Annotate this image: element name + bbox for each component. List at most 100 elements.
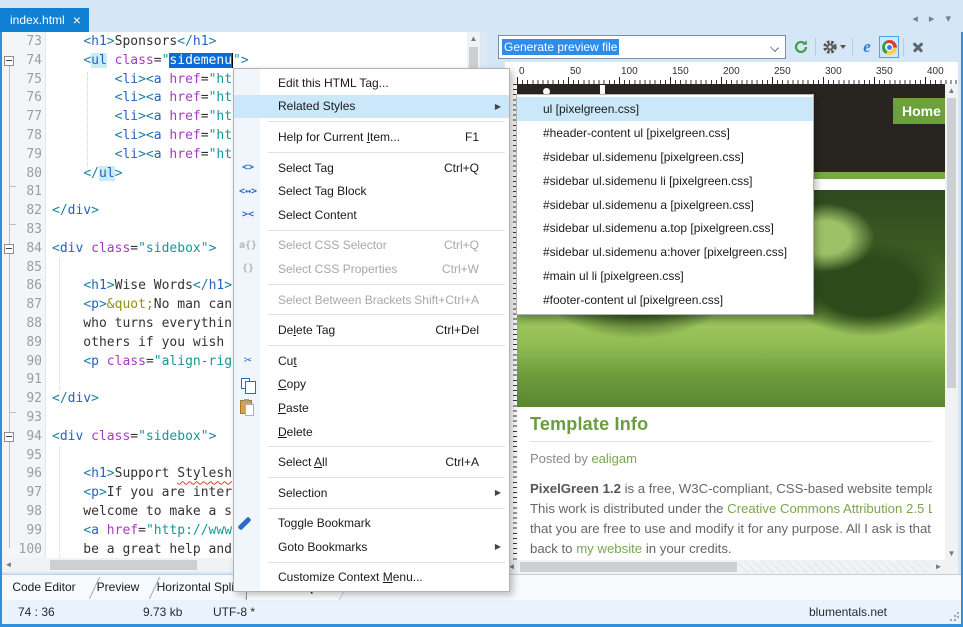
code-token: No man can — [154, 297, 232, 312]
code-token — [99, 523, 107, 538]
menu-item-paste[interactable]: Paste — [234, 396, 509, 420]
menu-shortcut: Ctrl+W — [442, 262, 479, 276]
line-number: 97 — [2, 484, 42, 503]
page-link[interactable]: my website — [576, 541, 642, 556]
code-token: h1 — [91, 34, 107, 49]
tab-code-editor[interactable]: Code Editor — [2, 575, 86, 600]
code-token: p — [91, 354, 99, 369]
menu-item-related-styles[interactable]: Related Styles▶ — [234, 95, 509, 119]
code-text: be a great help and — [52, 541, 232, 558]
menu-item-select-tag-block[interactable]: <↔>Select Tag Block — [234, 179, 509, 203]
menu-shortcut: Shift+Ctrl+A — [414, 293, 479, 307]
submenu-item-sidebar-ul-sidemenu-li-pixelgreen-css[interactable]: #sidebar ul.sidemenu li [pixelgreen.css] — [517, 169, 813, 193]
code-token: a — [91, 523, 99, 538]
scroll-down-icon[interactable]: ▼ — [945, 547, 958, 560]
menu-item-copy[interactable]: Copy — [234, 373, 509, 397]
resize-grip[interactable] — [949, 612, 959, 622]
preview-mode-combobox[interactable]: Generate preview file — [498, 35, 786, 59]
code-token: a — [154, 128, 162, 143]
menu-item-selection[interactable]: Selection▶ — [234, 481, 509, 505]
code-token: class — [107, 354, 146, 369]
code-token: class — [91, 241, 130, 256]
scroll-up-icon[interactable]: ▲ — [467, 32, 480, 45]
code-text: <h1>Support Stylesh — [52, 465, 232, 484]
scroll-right-icon[interactable]: ► — [932, 560, 945, 574]
tab-close-icon[interactable]: × — [73, 14, 81, 26]
code-token: others if you wish — [52, 335, 224, 350]
scroll-left-icon[interactable]: ◄ — [2, 558, 15, 572]
close-preview-button[interactable] — [908, 36, 928, 58]
submenu-item-header-content-ul-pixelgreen-css[interactable]: #header-content ul [pixelgreen.css] — [517, 121, 813, 145]
menu-item-select-tag[interactable]: <>Select TagCtrl+Q — [234, 156, 509, 180]
submenu-item-sidebar-ul-sidemenu-a-hover-pixelgreen-css[interactable]: #sidebar ul.sidemenu a:hover [pixelgreen… — [517, 240, 813, 264]
menu-item-select-all[interactable]: Select AllCtrl+A — [234, 450, 509, 474]
scrollbar-thumb[interactable] — [947, 98, 956, 388]
menu-item-delete-tag[interactable]: Delete TagCtrl+Del — [234, 318, 509, 342]
code-token — [52, 485, 83, 500]
submenu-item-sidebar-ul-sidemenu-pixelgreen-css[interactable]: #sidebar ul.sidemenu [pixelgreen.css] — [517, 145, 813, 169]
scrollbar-thumb[interactable] — [520, 562, 737, 572]
menu-item-help-for-current-item[interactable]: Help for Current Item...F1 — [234, 125, 509, 149]
chrome-button[interactable] — [879, 36, 899, 58]
code-token — [52, 34, 83, 49]
menu-item-edit-this-html-tag[interactable]: Edit this HTML Tag... — [234, 71, 509, 95]
menu-item-goto-bookmarks[interactable]: Goto Bookmarks▶ — [234, 535, 509, 559]
tab-preview[interactable]: Preview — [90, 575, 146, 600]
ruler-major-tick — [568, 77, 569, 84]
submenu-item-main-ul-li-pixelgreen-css[interactable]: #main ul li [pixelgreen.css] — [517, 264, 813, 288]
gear-icon — [822, 39, 838, 55]
preview-horizontal-scrollbar[interactable]: ◄ ► — [505, 560, 945, 574]
menu-item-select-content[interactable]: ><Select Content — [234, 203, 509, 227]
menu-item-customize-context-menu[interactable]: Customize Context Menu... — [234, 566, 509, 590]
line-number: 94 — [2, 428, 42, 447]
code-token: > — [99, 297, 107, 312]
ruler-major-tick — [874, 77, 875, 84]
scroll-up-icon[interactable]: ▲ — [945, 84, 958, 97]
posted-by-line: Posted by ealigam — [530, 451, 932, 466]
submenu-item-footer-content-ul-pixelgreen-css[interactable]: #footer-content ul [pixelgreen.css] — [517, 288, 813, 312]
menu-separator — [234, 342, 509, 349]
code-token: < — [83, 354, 91, 369]
tab-scroll-arrows-icon[interactable]: ◂ ▸ ▾ — [912, 12, 955, 25]
line-number: 89 — [2, 334, 42, 353]
code-token: = — [201, 90, 209, 105]
code-text: who turns everythin — [52, 315, 232, 334]
tab-index-html[interactable]: index.html × — [0, 8, 89, 32]
line-number: 80 — [2, 165, 42, 184]
preview-vertical-scrollbar[interactable]: ▲ ▼ — [945, 84, 958, 560]
code-token: be a great help and — [52, 542, 232, 557]
code-token: h1 — [209, 278, 225, 293]
page-link[interactable]: ealigam — [591, 451, 637, 466]
code-token — [52, 128, 115, 143]
code-text: <h1>Sponsors</h1> — [52, 33, 216, 52]
scrollbar-thumb[interactable] — [50, 560, 197, 570]
chevron-down-icon[interactable] — [770, 43, 779, 52]
page-link[interactable]: Creative Commons Attribution 2.5 License… — [727, 501, 932, 516]
menu-item-delete[interactable]: Delete — [234, 420, 509, 444]
code-token: = — [130, 241, 138, 256]
code-token: >< — [138, 128, 154, 143]
menu-item-toggle-bookmark[interactable]: Toggle Bookmark — [234, 512, 509, 536]
tab-horizontal-split[interactable]: Horizontal Split — [152, 575, 242, 600]
submenu-item-sidebar-ul-sidemenu-a-top-pixelgreen-css[interactable]: #sidebar ul.sidemenu a.top [pixelgreen.c… — [517, 216, 813, 240]
home-nav-button[interactable]: Home — [893, 98, 945, 124]
internet-explorer-button[interactable]: e — [857, 36, 877, 58]
refresh-button[interactable] — [791, 36, 811, 58]
code-text: <a href="http://www — [52, 522, 232, 541]
page-text: Posted by — [530, 451, 591, 466]
submenu-item-ul-pixelgreen-css[interactable]: ul [pixelgreen.css] — [517, 97, 813, 121]
code-token: > — [107, 466, 115, 481]
line-number: 88 — [2, 315, 42, 334]
code-token: If you are inter — [107, 485, 232, 500]
menu-item-label: Delete — [278, 425, 313, 439]
horizontal-ruler: 050100150200250300350400 — [505, 62, 958, 84]
submenu-item-sidebar-ul-sidemenu-a-pixelgreen-css[interactable]: #sidebar ul.sidemenu a [pixelgreen.css] — [517, 193, 813, 217]
page-text: is a free, W3C-compliant, CSS-based webs… — [621, 481, 932, 496]
menu-item-cut[interactable]: ✂Cut — [234, 349, 509, 373]
line-number: 93 — [2, 409, 42, 428]
code-token: = — [138, 523, 146, 538]
code-line-73[interactable]: 73 <h1>Sponsors</h1> — [2, 33, 467, 52]
code-text: <li><a href="ht — [52, 127, 232, 146]
code-token: > — [107, 278, 115, 293]
preview-settings-button[interactable] — [820, 36, 848, 58]
